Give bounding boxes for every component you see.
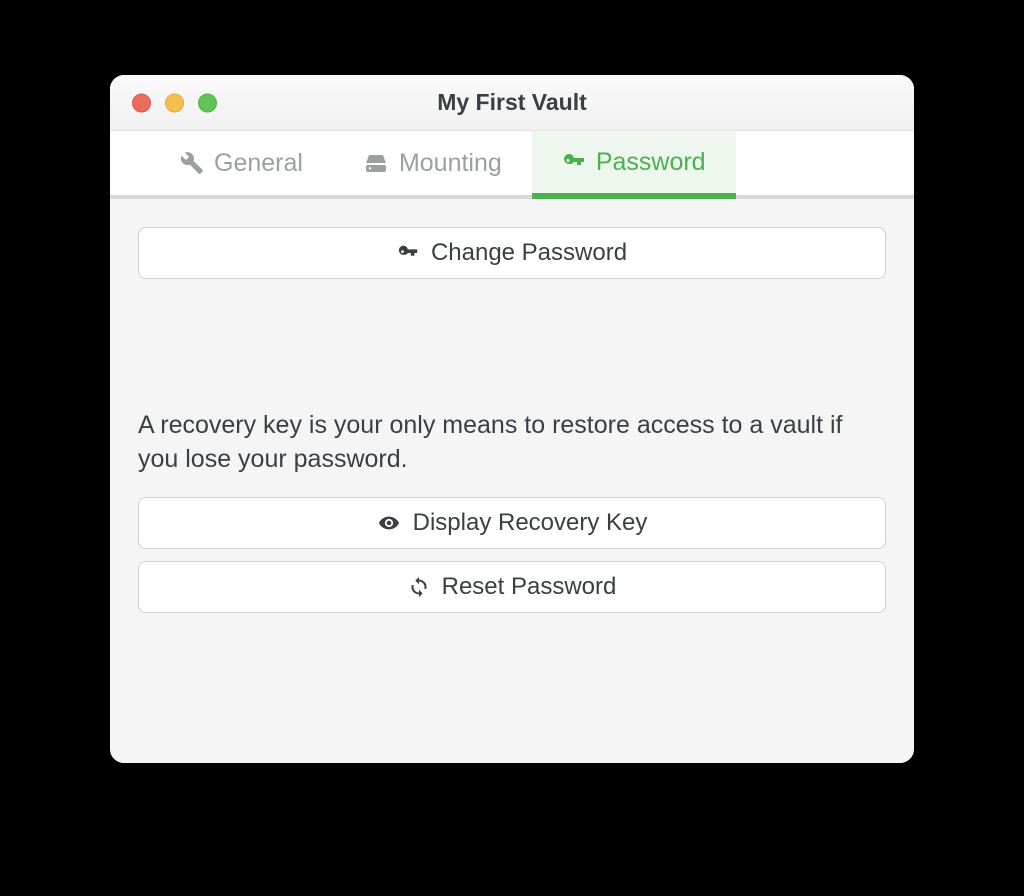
maximize-button[interactable] xyxy=(198,93,217,112)
key-icon xyxy=(397,242,419,264)
tab-mounting-label: Mounting xyxy=(399,149,502,178)
eye-icon xyxy=(377,512,401,534)
tab-mounting[interactable]: Mounting xyxy=(333,131,532,199)
close-button[interactable] xyxy=(132,93,151,112)
display-recovery-label: Display Recovery Key xyxy=(413,509,648,537)
tab-bar: General Mounting Password xyxy=(110,131,914,199)
app-window: My First Vault General Mounting Password xyxy=(110,75,914,763)
display-recovery-key-button[interactable]: Display Recovery Key xyxy=(138,497,886,549)
titlebar: My First Vault xyxy=(110,75,914,131)
refresh-icon xyxy=(408,576,430,598)
tab-general-label: General xyxy=(214,149,303,178)
wrench-icon xyxy=(180,151,204,175)
tab-password-label: Password xyxy=(596,148,706,177)
tab-content-password: Change Password A recovery key is your o… xyxy=(110,199,914,763)
tab-password[interactable]: Password xyxy=(532,131,736,199)
reset-password-button[interactable]: Reset Password xyxy=(138,561,886,613)
window-controls xyxy=(132,93,217,112)
tab-general[interactable]: General xyxy=(150,131,333,199)
recovery-description: A recovery key is your only means to res… xyxy=(138,409,886,477)
key-icon xyxy=(562,150,586,174)
minimize-button[interactable] xyxy=(165,93,184,112)
change-password-button[interactable]: Change Password xyxy=(138,227,886,279)
change-password-label: Change Password xyxy=(431,239,627,267)
drive-icon xyxy=(363,151,389,175)
reset-password-label: Reset Password xyxy=(442,573,617,601)
window-title: My First Vault xyxy=(437,89,587,116)
